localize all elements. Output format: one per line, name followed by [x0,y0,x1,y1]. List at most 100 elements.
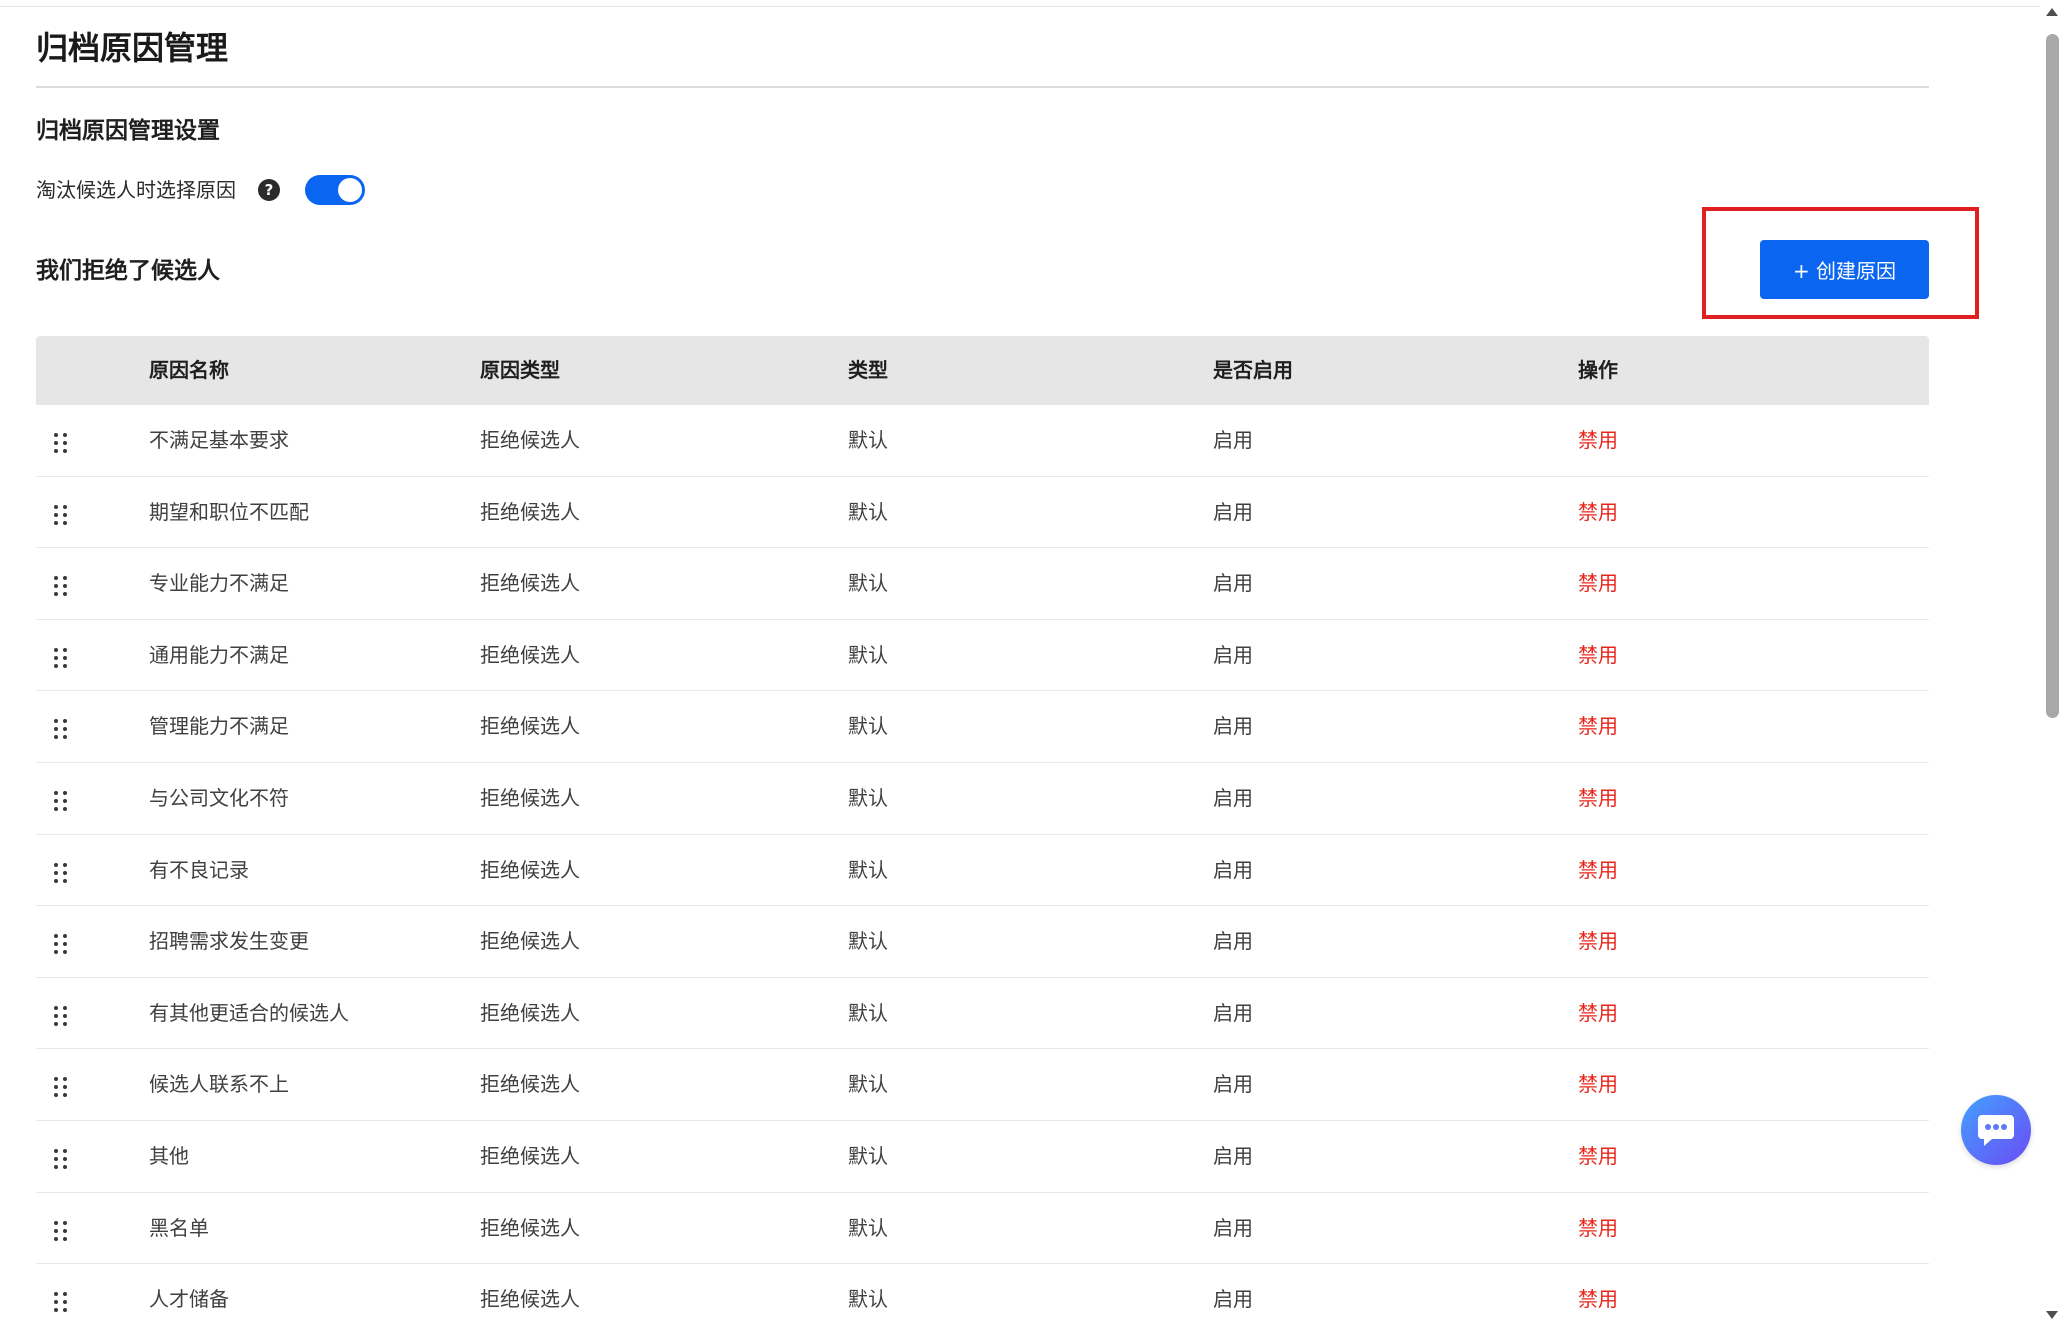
disable-action-link[interactable]: 禁用 [1578,1121,1618,1192]
reason-type-cell: 拒绝候选人 [480,929,580,954]
table-row: 管理能力不满足 拒绝候选人 默认 启用 禁用 [36,691,1929,763]
rejected-section-title: 我们拒绝了候选人 [36,258,220,284]
table-header: 原因名称 原因类型 类型 是否启用 操作 [36,336,1929,405]
reason-type-cell: 拒绝候选人 [480,1000,580,1025]
drag-handle-icon[interactable] [54,1220,68,1241]
reason-name-cell: 不满足基本要求 [149,428,289,452]
settings-section-title: 归档原因管理设置 [36,118,220,144]
type-cell: 默认 [848,857,888,882]
type-cell: 默认 [848,642,888,667]
disable-action-link[interactable]: 禁用 [1578,763,1618,834]
header-name: 原因名称 [149,358,229,382]
drag-handle-icon[interactable] [54,647,68,668]
reason-name-cell: 管理能力不满足 [149,714,289,739]
reason-name-cell: 有其他更适合的候选人 [149,1000,349,1025]
disable-action-link[interactable]: 禁用 [1578,477,1618,548]
disable-action-link[interactable]: 禁用 [1578,691,1618,762]
enabled-status-cell: 启用 [1213,1287,1253,1312]
disable-action-link[interactable]: 禁用 [1578,548,1618,619]
select-reason-toggle[interactable] [305,175,365,205]
scroll-down-arrow-icon[interactable] [2046,1311,2058,1319]
table-row: 招聘需求发生变更 拒绝候选人 默认 启用 禁用 [36,906,1929,978]
reason-type-cell: 拒绝候选人 [480,1072,580,1097]
header-type: 类型 [848,358,888,382]
chat-support-button[interactable] [1961,1095,2031,1165]
table-row: 通用能力不满足 拒绝候选人 默认 启用 禁用 [36,620,1929,692]
toggle-label: 淘汰候选人时选择原因 [36,178,236,202]
enabled-status-cell: 启用 [1213,1072,1253,1097]
reason-name-cell: 通用能力不满足 [149,642,289,667]
type-cell: 默认 [848,1215,888,1240]
toggle-knob [338,178,362,202]
enabled-status-cell: 启用 [1213,1000,1253,1025]
table-row: 不满足基本要求 拒绝候选人 默认 启用 禁用 [36,405,1929,477]
reason-setting-row: 淘汰候选人时选择原因 ? [36,170,365,210]
drag-handle-icon[interactable] [54,504,68,525]
reason-name-cell: 专业能力不满足 [149,571,289,596]
reason-name-cell: 候选人联系不上 [149,1072,289,1097]
drag-handle-icon[interactable] [54,433,68,453]
type-cell: 默认 [848,428,888,452]
enabled-status-cell: 启用 [1213,1215,1253,1240]
table-row: 专业能力不满足 拒绝候选人 默认 启用 禁用 [36,548,1929,620]
enabled-status-cell: 启用 [1213,857,1253,882]
enabled-status-cell: 启用 [1213,1143,1253,1168]
table-row: 黑名单 拒绝候选人 默认 启用 禁用 [36,1193,1929,1265]
reason-type-cell: 拒绝候选人 [480,1287,580,1312]
reason-type-cell: 拒绝候选人 [480,857,580,882]
disable-action-link[interactable]: 禁用 [1578,835,1618,906]
drag-handle-icon[interactable] [54,1292,68,1313]
type-cell: 默认 [848,1000,888,1025]
drag-handle-icon[interactable] [54,1005,68,1026]
enabled-status-cell: 启用 [1213,571,1253,596]
header-action: 操作 [1578,358,1618,382]
type-cell: 默认 [848,714,888,739]
chat-bubble-icon [1978,1115,2014,1146]
drag-handle-icon[interactable] [54,1148,68,1169]
drag-handle-icon[interactable] [54,1077,68,1098]
reason-type-cell: 拒绝候选人 [480,785,580,810]
page: 归档原因管理 归档原因管理设置 淘汰候选人时选择原因 ? 我们拒绝了候选人 + … [0,0,2064,1327]
disable-action-link[interactable]: 禁用 [1578,1193,1618,1264]
type-cell: 默认 [848,929,888,954]
drag-handle-icon[interactable] [54,862,68,883]
table-row: 期望和职位不匹配 拒绝候选人 默认 启用 禁用 [36,477,1929,549]
create-reason-button[interactable]: + 创建原因 [1760,240,1929,299]
reason-type-cell: 拒绝候选人 [480,571,580,596]
type-cell: 默认 [848,785,888,810]
table-body: 不满足基本要求 拒绝候选人 默认 启用 禁用 期望和职位不匹配 拒绝候选人 默认 启用 禁用 专业能… [36,405,1929,1327]
type-cell: 默认 [848,1287,888,1312]
header-reason-type: 原因类型 [480,358,560,382]
disable-action-link[interactable]: 禁用 [1578,978,1618,1049]
type-cell: 默认 [848,1072,888,1097]
scroll-up-arrow-icon[interactable] [2046,8,2058,16]
disable-action-link[interactable]: 禁用 [1578,1049,1618,1120]
drag-handle-icon[interactable] [54,719,68,740]
table-row: 人才储备 拒绝候选人 默认 启用 禁用 [36,1264,1929,1327]
type-cell: 默认 [848,571,888,596]
reason-name-cell: 其他 [149,1143,189,1168]
reason-type-cell: 拒绝候选人 [480,1143,580,1168]
question-circle-icon[interactable]: ? [258,179,280,201]
disable-action-link[interactable]: 禁用 [1578,906,1618,977]
table-row: 有不良记录 拒绝候选人 默认 启用 禁用 [36,835,1929,907]
header-enabled: 是否启用 [1213,358,1293,382]
drag-handle-icon[interactable] [54,934,68,955]
drag-handle-icon[interactable] [54,790,68,811]
reason-type-cell: 拒绝候选人 [480,1215,580,1240]
page-title: 归档原因管理 [36,29,229,67]
type-cell: 默认 [848,1143,888,1168]
reasons-table: 原因名称 原因类型 类型 是否启用 操作 不满足基本要求 拒绝候选人 默认 启用 禁用期… [36,336,1929,1327]
enabled-status-cell: 启用 [1213,714,1253,739]
reason-type-cell: 拒绝候选人 [480,714,580,739]
drag-handle-icon[interactable] [54,576,68,597]
vertical-scrollbar[interactable] [2040,0,2064,1327]
table-row: 有其他更适合的候选人 拒绝候选人 默认 启用 禁用 [36,978,1929,1050]
disable-action-link[interactable]: 禁用 [1578,620,1618,691]
disable-action-link[interactable]: 禁用 [1578,405,1618,476]
reason-type-cell: 拒绝候选人 [480,642,580,667]
table-row: 其他 拒绝候选人 默认 启用 禁用 [36,1121,1929,1193]
scrollbar-thumb[interactable] [2046,34,2059,718]
enabled-status-cell: 启用 [1213,499,1253,524]
disable-action-link[interactable]: 禁用 [1578,1264,1618,1327]
